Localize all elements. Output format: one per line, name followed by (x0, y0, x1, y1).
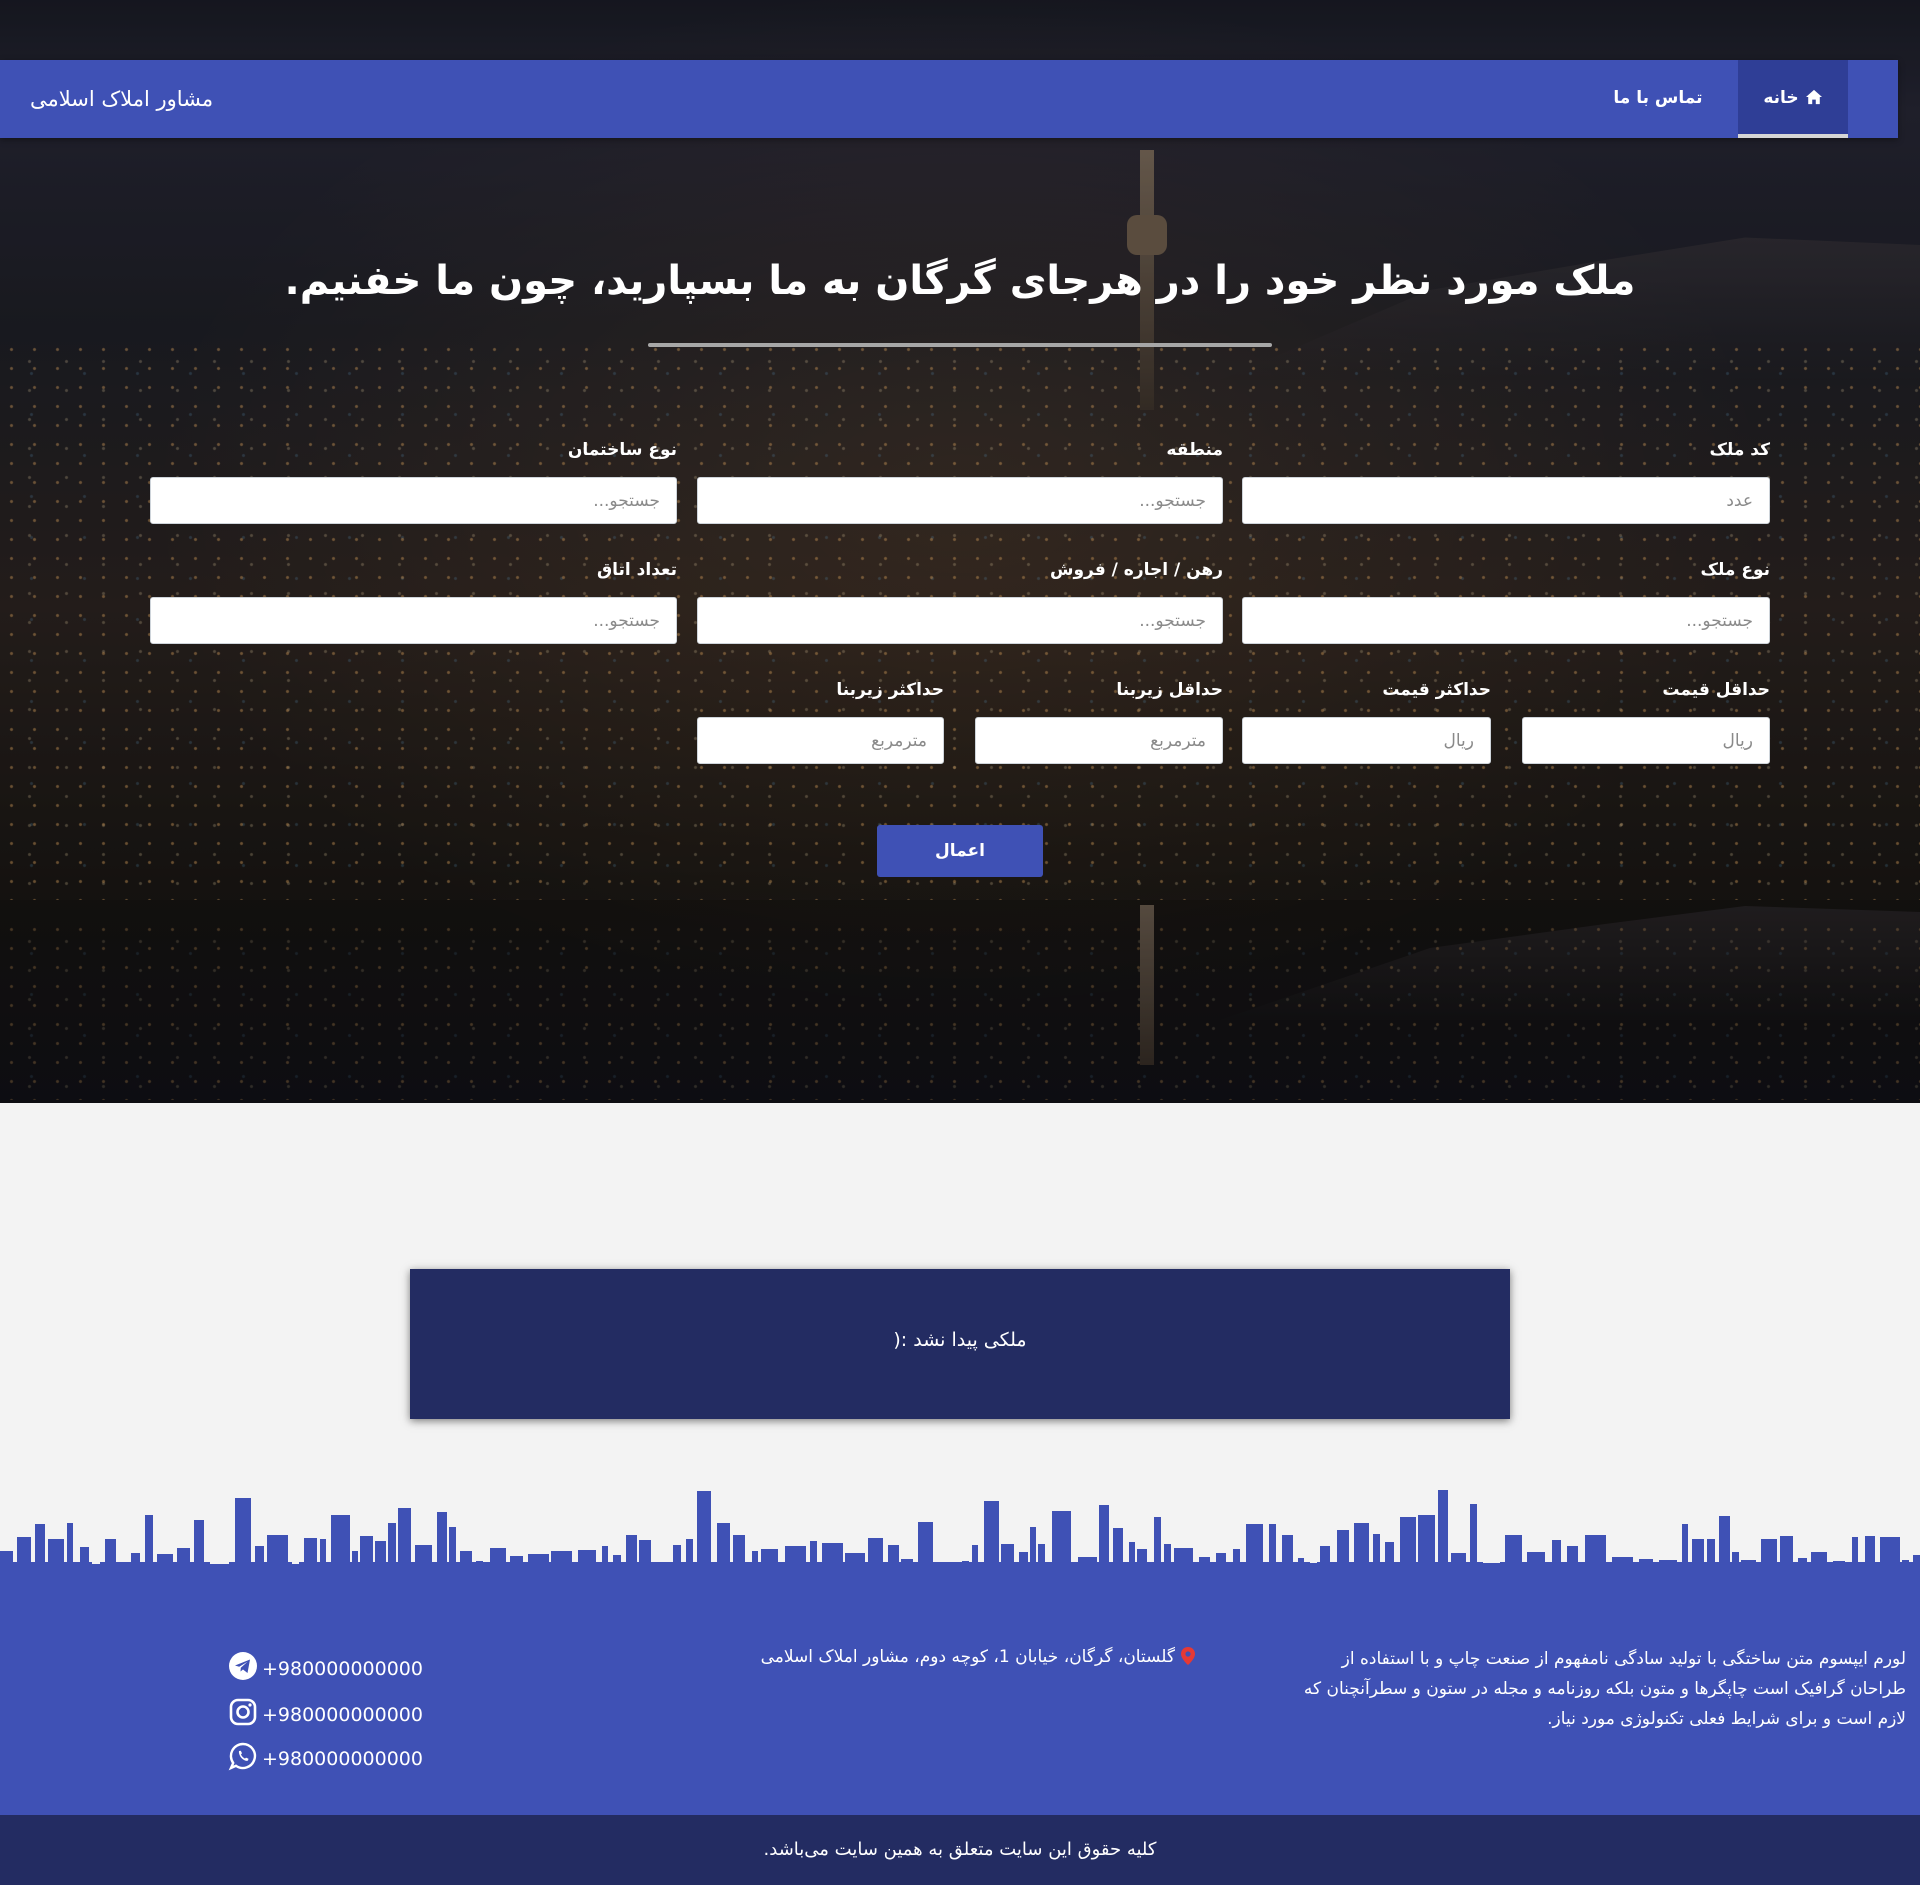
property-code-label: کد ملک (1709, 440, 1771, 460)
apply-filter-button[interactable]: اعمال (877, 825, 1043, 877)
max-area-label: حداکثر زیربنا (836, 680, 944, 700)
contact-instagram[interactable]: +980000000000 (228, 1697, 423, 1727)
max-area-input[interactable] (697, 717, 944, 764)
min-price-label: حداقل قیمت (1662, 680, 1770, 700)
hero-headline: ملک مورد نظر خود را در هرجای گرگان به ما… (284, 258, 1636, 304)
room-count-input[interactable] (150, 597, 677, 644)
telegram-icon (229, 1652, 257, 1680)
deal-type-label: رهن / اجاره / فروش (1050, 560, 1223, 580)
hero-background (0, 0, 1920, 1103)
nav-home-link[interactable]: خانه (1738, 60, 1848, 138)
telegram-number: +980000000000 (262, 1658, 423, 1680)
copyright-bar: کلیه حقوق این سایت متعلق به همین سایت می… (0, 1815, 1920, 1885)
results-panel: ملکی پیدا نشد :( (410, 1269, 1510, 1419)
headline-divider (648, 343, 1272, 347)
navbar: خانه تماس با ما مشاور املاک اسلامی (0, 60, 1898, 138)
max-price-label: حداکثر قیمت (1382, 680, 1491, 700)
footer-about-text: لورم ایپسوم متن ساختگی با تولید سادگی نا… (1303, 1649, 1906, 1729)
hero-overlay-lower (0, 900, 1920, 1103)
home-icon (1805, 89, 1822, 105)
property-type-input[interactable] (1242, 597, 1770, 644)
contact-telegram[interactable]: +980000000000 (228, 1651, 423, 1681)
site-brand[interactable]: مشاور املاک اسلامی (30, 60, 213, 138)
nav-home-label: خانه (1763, 88, 1799, 108)
location-pin-icon (1181, 1647, 1195, 1665)
footer-address: گلستان، گرگان، خیابان 1، کوچه دوم، مشاور… (761, 1647, 1195, 1667)
whatsapp-icon (228, 1742, 257, 1771)
no-results-message: ملکی پیدا نشد :( (893, 1329, 1027, 1351)
instagram-number: +980000000000 (262, 1704, 423, 1726)
footer-address-text: گلستان، گرگان، خیابان 1، کوچه دوم، مشاور… (760, 1647, 1175, 1667)
min-area-input[interactable] (975, 717, 1223, 764)
region-input[interactable] (697, 477, 1223, 524)
instagram-icon (229, 1698, 257, 1726)
min-price-input[interactable] (1522, 717, 1770, 764)
building-type-input[interactable] (150, 477, 677, 524)
whatsapp-number: +980000000000 (262, 1748, 423, 1770)
deal-type-input[interactable] (697, 597, 1223, 644)
contact-whatsapp[interactable]: +980000000000 (228, 1741, 423, 1771)
max-price-input[interactable] (1242, 717, 1491, 764)
region-label: منطقه (1166, 440, 1223, 460)
nav-contact-link[interactable]: تماس با ما (1598, 60, 1718, 138)
property-code-input[interactable] (1242, 477, 1770, 524)
building-type-label: نوع ساختمان (567, 440, 677, 460)
min-area-label: حداقل زیربنا (1116, 680, 1223, 700)
property-type-label: نوع ملک (1700, 560, 1770, 580)
room-count-label: تعداد اتاق (596, 560, 677, 580)
copyright-text: کلیه حقوق این سایت متعلق به همین سایت می… (763, 1839, 1157, 1860)
footer-skyline-graphic (0, 1490, 1920, 1575)
